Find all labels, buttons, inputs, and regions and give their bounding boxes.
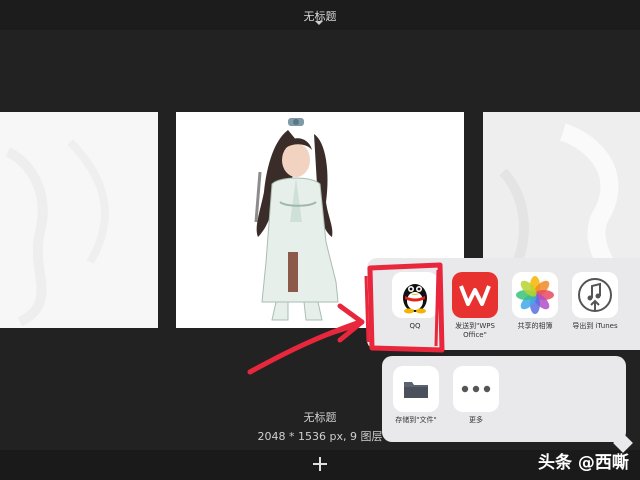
share-app-label: QQ bbox=[409, 322, 421, 330]
more-icon bbox=[453, 366, 499, 412]
sketch-strokes-graphic bbox=[5, 139, 109, 327]
itunes-export-icon bbox=[572, 272, 618, 318]
qq-penguin-icon bbox=[392, 272, 438, 318]
share-sheet-actions: 存储到"文件" 更多 bbox=[382, 356, 626, 442]
folder-icon bbox=[393, 366, 439, 412]
photos-icon bbox=[512, 272, 558, 318]
action-more[interactable]: 更多 bbox=[444, 366, 508, 425]
action-label: 更多 bbox=[469, 416, 483, 424]
action-save-to-files[interactable]: 存储到"文件" bbox=[384, 366, 448, 425]
action-label: 存储到"文件" bbox=[395, 416, 437, 424]
wps-office-icon bbox=[452, 272, 498, 318]
share-app-label: 共享的相簿 bbox=[517, 322, 553, 330]
share-app-qq[interactable]: QQ bbox=[383, 272, 447, 331]
share-app-itunes[interactable]: 导出到 iTunes bbox=[563, 272, 627, 331]
artwork-thumbnail-left[interactable] bbox=[0, 112, 158, 328]
share-app-label: 发送到"WPS Office" bbox=[455, 322, 495, 339]
add-canvas-button[interactable] bbox=[312, 456, 328, 472]
watermark: 头条 @西嘶 bbox=[538, 453, 629, 473]
share-app-label: 导出到 iTunes bbox=[572, 322, 618, 330]
share-app-photos[interactable]: 共享的相簿 bbox=[503, 272, 567, 331]
share-app-wps[interactable]: 发送到"WPS Office" bbox=[443, 272, 507, 340]
share-sheet-apps: QQ 发送到"WPS Office" 共享的相簿 导出到 iTunes bbox=[367, 258, 640, 350]
chevron-down-icon[interactable] bbox=[315, 21, 323, 25]
